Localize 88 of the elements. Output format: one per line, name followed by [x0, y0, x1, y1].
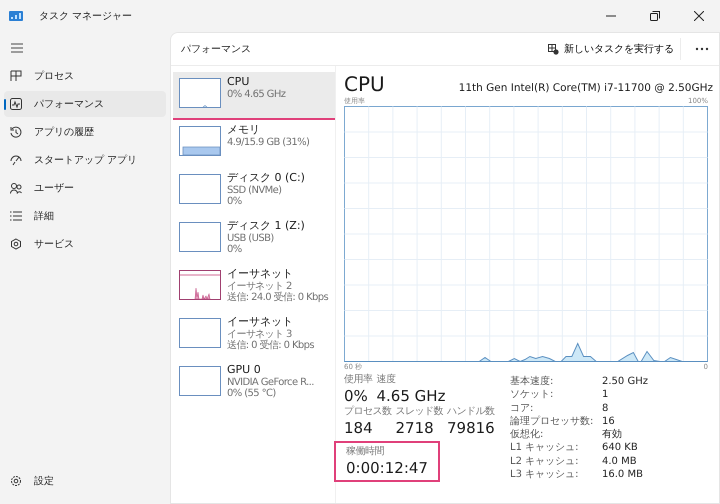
spec-value: 8 — [602, 402, 610, 416]
stat-value: 2718 — [396, 418, 435, 438]
device-detail: 0% (55 °C) — [227, 388, 277, 399]
new-task-icon — [548, 44, 559, 54]
device-item[interactable]: GPU 0 NVIDIA GeForce R... 0% (55 °C) — [173, 360, 335, 408]
menu-icon[interactable] — [11, 43, 23, 53]
device-item[interactable]: ディスク 1 (Z:) USB (USB) 0% — [173, 216, 335, 264]
device-item[interactable]: ディスク 0 (C:) SSD (NVMe) 0% — [173, 168, 335, 216]
device-detail: 送信: 0 受信: 0 Kbps — [227, 340, 314, 351]
sidebar-item[interactable]: スタートアップ アプリ — [4, 147, 166, 173]
gear-icon — [10, 238, 22, 250]
spec-value: 16.0 MB — [602, 468, 644, 482]
spec-value: 16 — [602, 416, 616, 428]
sidebar-item[interactable]: サービス — [4, 231, 166, 257]
spec-label: 論理プロセッサ数: — [510, 416, 594, 428]
stat-value: 0:00:12:47 — [346, 458, 428, 478]
thumbnail-graph — [179, 126, 221, 156]
thumbnail-graph — [179, 78, 221, 108]
page-title: パフォーマンス — [181, 43, 251, 56]
users-icon — [10, 182, 22, 194]
device-detail: USB (USB) — [227, 233, 275, 244]
stat-label: スレッド数 — [396, 406, 443, 418]
device-item[interactable]: メモリ 4.9/15.9 GB (31%) — [173, 120, 335, 168]
stat-value: 0% — [344, 386, 369, 406]
spec-label: コア: — [510, 402, 534, 416]
spec-label: L2 キャッシュ: — [510, 456, 580, 468]
stat-label: 使用率 — [344, 374, 372, 386]
stat-label: ハンドル数 — [447, 406, 495, 418]
stat-value: 4.65 GHz — [376, 386, 446, 406]
stat-label: プロセス数 — [344, 406, 392, 418]
processor-model: 11th Gen Intel(R) Core(TM) i7-11700 @ 2.50GHz — [458, 82, 713, 94]
sidebar-item[interactable]: パフォーマンス — [4, 91, 166, 117]
device-detail: 0% — [227, 244, 243, 255]
spec-label: 仮想化: — [510, 429, 544, 442]
spec-value: 2.50 GHz — [602, 376, 648, 389]
stat-label: 速度 — [376, 374, 396, 386]
sidebar-item[interactable]: アプリの履歴 — [4, 119, 166, 145]
device-detail: イーサネット 2 — [227, 281, 293, 292]
device-name: イーサネット — [227, 267, 294, 281]
thumbnail-graph — [179, 222, 221, 252]
device-detail: SSD (NVMe) — [227, 185, 282, 196]
spec-value: 有効 — [602, 429, 623, 442]
spec-label: L1 キャッシュ: — [510, 442, 580, 456]
sidebar-item[interactable]: プロセス — [4, 63, 166, 89]
list-icon — [10, 210, 22, 222]
device-detail: 4.9/15.9 GB (31%) — [227, 137, 310, 148]
sidebar-item[interactable]: 詳細 — [4, 203, 166, 229]
device-detail: NVIDIA GeForce R... — [227, 377, 314, 388]
thumbnail-graph — [179, 174, 221, 204]
device-item[interactable]: イーサネット イーサネット 2 送信: 24.0 受信: 0 Kbps — [173, 264, 335, 312]
device-name: イーサネット — [227, 315, 294, 329]
stat-value: 184 — [344, 418, 374, 438]
restore-icon[interactable] — [650, 11, 660, 21]
stat-value: 79816 — [447, 418, 495, 438]
device-title: CPU — [344, 72, 385, 96]
device-name: ディスク 1 (Z:) — [227, 219, 305, 233]
run-task-button[interactable]: 新しいタスクを実行する — [542, 38, 681, 60]
gauge-icon — [10, 154, 22, 166]
device-name: ディスク 0 (C:) — [227, 171, 305, 185]
spec-label: ソケット: — [510, 389, 554, 402]
spec-value: 1 — [602, 389, 610, 402]
clock-icon — [10, 126, 22, 138]
settings-item[interactable]: 設定 — [4, 468, 166, 494]
device-name: GPU 0 — [227, 363, 262, 377]
more-icon[interactable] — [695, 47, 709, 51]
spec-label: L3 キャッシュ: — [510, 468, 580, 482]
grid-icon — [10, 70, 22, 82]
device-name: CPU — [227, 75, 250, 89]
device-item[interactable]: CPU 0% 4.65 GHz — [173, 72, 335, 120]
window-title: タスク マネージャー — [39, 10, 132, 23]
thumbnail-graph — [179, 318, 221, 348]
sidebar-item[interactable]: ユーザー — [4, 175, 166, 201]
chart-icon — [10, 98, 22, 110]
device-item[interactable]: イーサネット イーサネット 3 送信: 0 受信: 0 Kbps — [173, 312, 335, 360]
settings-icon — [10, 475, 22, 487]
device-detail: イーサネット 3 — [227, 329, 293, 340]
thumbnail-graph — [179, 270, 221, 300]
device-detail: 0% 4.65 GHz — [227, 89, 286, 100]
close-icon[interactable] — [694, 11, 704, 21]
spec-value: 640 KB — [602, 442, 639, 456]
spec-value: 4.0 MB — [602, 456, 638, 468]
device-detail: 0% — [227, 196, 243, 207]
stat-label: 稼働時間 — [346, 446, 385, 458]
device-detail: 送信: 24.0 受信: 0 Kbps — [227, 292, 328, 303]
device-name: メモリ — [227, 123, 261, 137]
app-icon — [9, 11, 23, 21]
thumbnail-graph — [179, 366, 221, 396]
spec-label: 基本速度: — [510, 376, 554, 389]
